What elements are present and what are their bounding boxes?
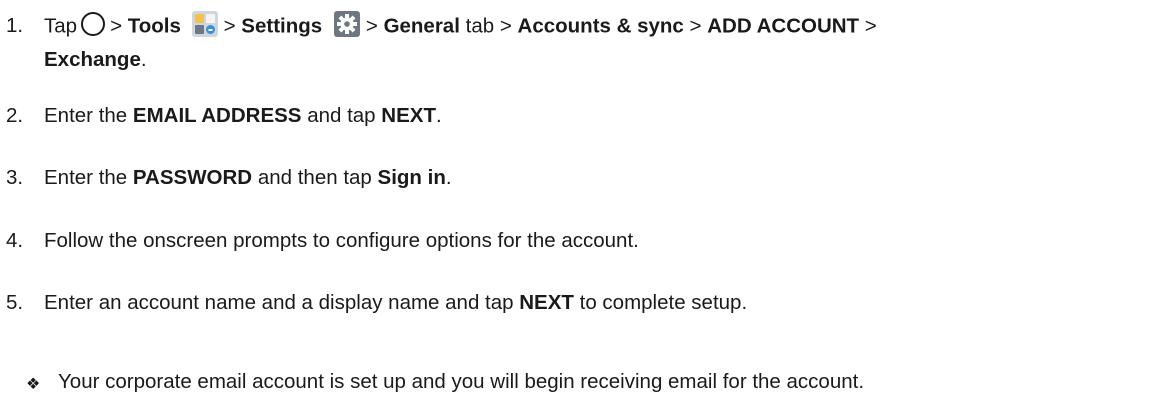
step-number: 5. (6, 291, 24, 314)
step-number: 2. (6, 104, 24, 127)
home-icon (81, 12, 106, 36)
step-text: Tap > Tools > Settings > General tab > A… (44, 11, 877, 40)
diamond-bullet-icon: ❖ (26, 376, 41, 393)
step-text: Enter the EMAIL ADDRESS and tap NEXT. (44, 104, 442, 127)
settings-icon (333, 11, 360, 37)
tools-icon (191, 11, 218, 37)
step-text: Follow the onscreen prompts to configure… (44, 229, 639, 252)
step-text: Enter an account name and a display name… (44, 291, 748, 314)
step-number: 1. (6, 14, 24, 37)
result-text: Your corporate email account is set up a… (58, 370, 865, 393)
step-number: 4. (6, 229, 24, 252)
step-text: Enter the PASSWORD and then tap Sign in. (44, 166, 452, 189)
step-number: 3. (6, 166, 24, 189)
